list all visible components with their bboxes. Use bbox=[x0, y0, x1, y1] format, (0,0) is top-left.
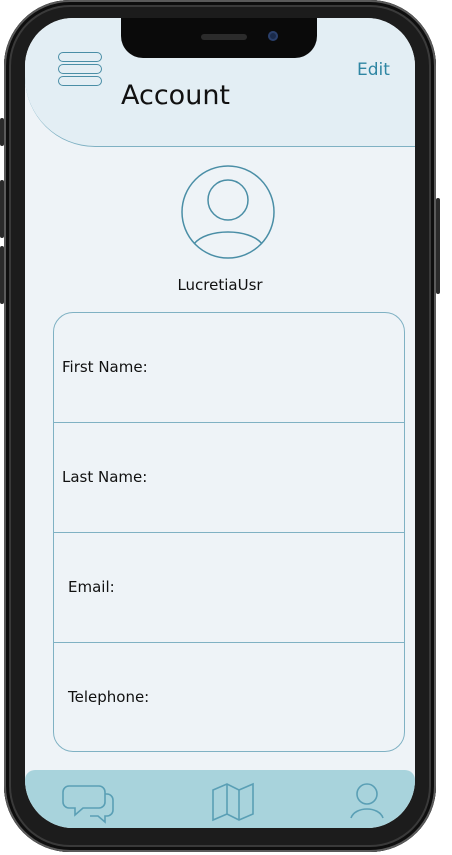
field-email[interactable]: Email: bbox=[54, 533, 404, 643]
bottom-tab-bar bbox=[25, 770, 415, 828]
field-first-name[interactable]: First Name: bbox=[54, 313, 404, 423]
hamburger-menu-icon[interactable] bbox=[58, 52, 102, 90]
profile-username: LucretiaUsr bbox=[177, 276, 263, 294]
app-screen: Account Edit LucretiaUsr First Name: Las… bbox=[25, 18, 415, 828]
field-telephone[interactable]: Telephone: bbox=[54, 643, 404, 751]
phone-frame: Account Edit LucretiaUsr First Name: Las… bbox=[0, 0, 440, 852]
telephone-label: Telephone: bbox=[68, 688, 150, 706]
email-label: Email: bbox=[68, 578, 115, 596]
map-icon[interactable] bbox=[203, 774, 263, 826]
last-name-label: Last Name: bbox=[62, 468, 148, 486]
device-notch bbox=[121, 18, 317, 58]
front-camera bbox=[268, 31, 278, 41]
user-circle-icon bbox=[181, 165, 275, 259]
page-title: Account bbox=[121, 80, 231, 111]
side-button-volume-down bbox=[0, 246, 4, 304]
chat-icon[interactable] bbox=[61, 774, 121, 826]
side-button-power bbox=[436, 198, 440, 294]
account-details-card: First Name: Last Name: Email: Telephone: bbox=[53, 312, 405, 752]
profile-icon[interactable] bbox=[337, 774, 397, 826]
side-button-mute bbox=[0, 118, 4, 146]
speaker-grille bbox=[201, 34, 247, 40]
first-name-label: First Name: bbox=[62, 358, 148, 376]
edit-button[interactable]: Edit bbox=[357, 60, 390, 80]
field-last-name[interactable]: Last Name: bbox=[54, 423, 404, 533]
side-button-volume-up bbox=[0, 180, 4, 238]
